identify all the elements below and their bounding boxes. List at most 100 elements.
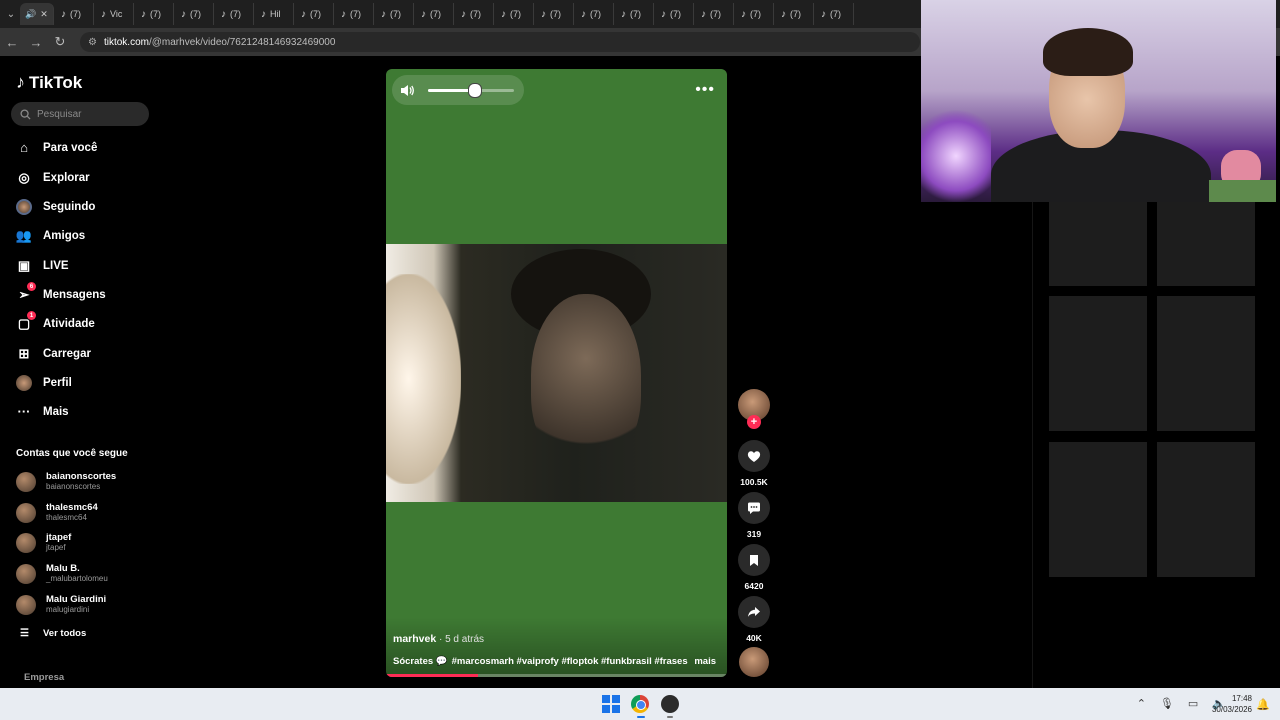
sidebar-item-carregar[interactable]: ⊞ Carregar — [16, 344, 91, 364]
volume-slider-handle[interactable] — [468, 83, 483, 98]
chrome-icon[interactable] — [631, 695, 649, 713]
see-all-button[interactable]: ☰ Ver todos — [20, 628, 86, 639]
caption-more-button[interactable]: mais — [694, 656, 716, 667]
following-account[interactable]: baianonscortes baianonscortes — [16, 470, 116, 494]
home-icon: ⌂ — [20, 140, 28, 155]
music-disc-avatar[interactable] — [739, 647, 769, 677]
video-thumbnail-placeholder[interactable] — [1157, 296, 1255, 431]
close-tab-icon[interactable]: ✕ — [40, 9, 48, 20]
save-action[interactable]: 6420 — [738, 544, 770, 591]
browser-tab[interactable]: ♪ Vic — [96, 3, 134, 25]
video-player[interactable]: ••• marhvek · 5 d atrás Sócrates 💬 #marc… — [386, 69, 727, 677]
address-bar[interactable]: ⚙ tiktok.com /@marhvek/video/76212481469… — [80, 32, 920, 52]
browser-tab[interactable]: ♪ (7) — [336, 3, 374, 25]
avatar — [16, 595, 36, 615]
sidebar-item-live[interactable]: ▣ LIVE — [16, 256, 69, 276]
sidebar-item-explorar[interactable]: ◎ Explorar — [16, 168, 89, 188]
search-icon — [20, 108, 31, 120]
volume-control[interactable] — [392, 75, 524, 105]
following-account[interactable]: Malu B. _malubartolomeu — [16, 562, 108, 586]
share-button[interactable] — [738, 596, 770, 628]
search-input[interactable]: Pesquisar — [11, 102, 149, 126]
browser-tab[interactable]: ♪ (7) — [456, 3, 494, 25]
network-icon[interactable]: ▭ — [1188, 697, 1198, 710]
more-options-icon[interactable]: ••• — [695, 81, 715, 99]
browser-tab[interactable]: ♪ (7) — [536, 3, 574, 25]
tiktok-favicon-icon: ♪ — [381, 8, 386, 20]
taskbar-clock[interactable]: 17:48 30/03/2026 — [1212, 693, 1252, 715]
following-account[interactable]: thalesmc64 thalesmc64 — [16, 501, 98, 525]
forward-arrow-icon[interactable]: → — [24, 35, 48, 50]
browser-tab[interactable]: ♪ (7) — [656, 3, 694, 25]
caption-hashtags[interactable]: #marcosmarh #vaiprofy #floptok #funkbras… — [452, 656, 688, 667]
tiktok-logo[interactable]: ♪ TikTok — [16, 72, 82, 93]
browser-tab[interactable]: ♪ (7) — [576, 3, 614, 25]
tiktok-favicon-icon: ♪ — [301, 8, 306, 20]
video-thumbnail-placeholder[interactable] — [1049, 200, 1147, 286]
share-action[interactable]: 40K — [738, 596, 770, 643]
list-icon: ☰ — [20, 628, 29, 639]
tab-title: Vic — [110, 9, 123, 19]
like-action[interactable]: 100.5K — [738, 440, 770, 487]
tab-title: (7) — [390, 9, 401, 19]
send-icon: ➢ 6 — [16, 282, 36, 303]
obs-icon[interactable] — [661, 695, 679, 713]
tab-list-chevron-icon[interactable]: ⌄ — [4, 9, 18, 20]
obs-running-indicator — [667, 716, 673, 718]
tiktok-favicon-icon: ♪ — [141, 8, 146, 20]
video-author[interactable]: marhvek · 5 d atrás — [393, 633, 484, 645]
volume-slider[interactable] — [428, 83, 514, 98]
microphone-icon[interactable]: 🎙 — [1160, 697, 1174, 710]
url-host: tiktok.com — [103, 36, 149, 48]
webcam-light — [921, 110, 991, 202]
comment-action[interactable]: 319 — [738, 492, 770, 539]
browser-tab[interactable]: ♪ (7) — [496, 3, 534, 25]
browser-tab[interactable]: ♪ (7) — [816, 3, 854, 25]
browser-tab[interactable]: ♪ (7) — [56, 3, 94, 25]
video-thumbnail-placeholder[interactable] — [1049, 442, 1147, 577]
video-thumbnail-placeholder[interactable] — [1157, 200, 1255, 286]
sidebar-item-para-voce[interactable]: ⌂ Para você — [16, 138, 97, 158]
company-link[interactable]: Empresa — [24, 672, 64, 683]
sidebar-item-mais[interactable]: ··· Mais — [16, 402, 69, 422]
sidebar-item-atividade[interactable]: ▢ 1 Atividade — [16, 311, 95, 334]
sidebar-item-mensagens[interactable]: ➢ 6 Mensagens — [16, 282, 106, 305]
account-name: thalesmc64 — [46, 502, 98, 513]
browser-tab[interactable]: ♪ (7) — [416, 3, 454, 25]
notification-icon[interactable]: 🔔 — [1256, 698, 1270, 711]
browser-tab[interactable]: ♪ (7) — [296, 3, 334, 25]
video-thumbnail-placeholder[interactable] — [1157, 442, 1255, 577]
browser-tab[interactable]: ♪ (7) — [736, 3, 774, 25]
browser-tab[interactable]: ♪ (7) — [136, 3, 174, 25]
following-account[interactable]: Malu Giardini malugiardini — [16, 593, 106, 617]
browser-tab[interactable]: ♪ (7) — [776, 3, 814, 25]
sidebar-item-perfil[interactable]: Perfil — [16, 373, 72, 393]
like-button[interactable] — [738, 440, 770, 472]
sidebar-item-amigos[interactable]: 👥 Amigos — [16, 226, 85, 246]
tab-title: (7) — [550, 9, 561, 19]
browser-tab[interactable]: ♪ (7) — [216, 3, 254, 25]
browser-tab[interactable]: ♪ (7) — [696, 3, 734, 25]
video-progress-bar[interactable] — [386, 674, 727, 677]
video-thumbnail-placeholder[interactable] — [1049, 296, 1147, 431]
back-arrow-icon[interactable]: ← — [0, 35, 24, 50]
audio-tab[interactable]: 🔊 ✕ — [20, 3, 54, 25]
tab-title: (7) — [510, 9, 521, 19]
windows-start-icon[interactable] — [602, 695, 620, 713]
tray-chevron-icon[interactable]: ⌃ — [1137, 697, 1146, 710]
browser-tab[interactable]: ♪ (7) — [176, 3, 214, 25]
share-icon — [748, 607, 760, 617]
browser-tab[interactable]: ♪ (7) — [616, 3, 654, 25]
volume-icon[interactable] — [400, 84, 414, 97]
live-tv-icon: ▣ — [17, 258, 31, 273]
save-button[interactable] — [738, 544, 770, 576]
site-info-icon[interactable]: ⚙ — [88, 37, 97, 48]
caption-overlay — [386, 617, 727, 677]
reload-icon[interactable]: ↻ — [48, 34, 72, 50]
comment-button[interactable] — [738, 492, 770, 524]
browser-tab[interactable]: ♪ (7) — [376, 3, 414, 25]
following-account[interactable]: jtapef jtapef — [16, 531, 71, 555]
browser-tab[interactable]: ♪ Hil — [256, 3, 294, 25]
sidebar-item-seguindo[interactable]: Seguindo — [16, 197, 95, 217]
follow-plus-icon[interactable]: + — [747, 415, 761, 429]
